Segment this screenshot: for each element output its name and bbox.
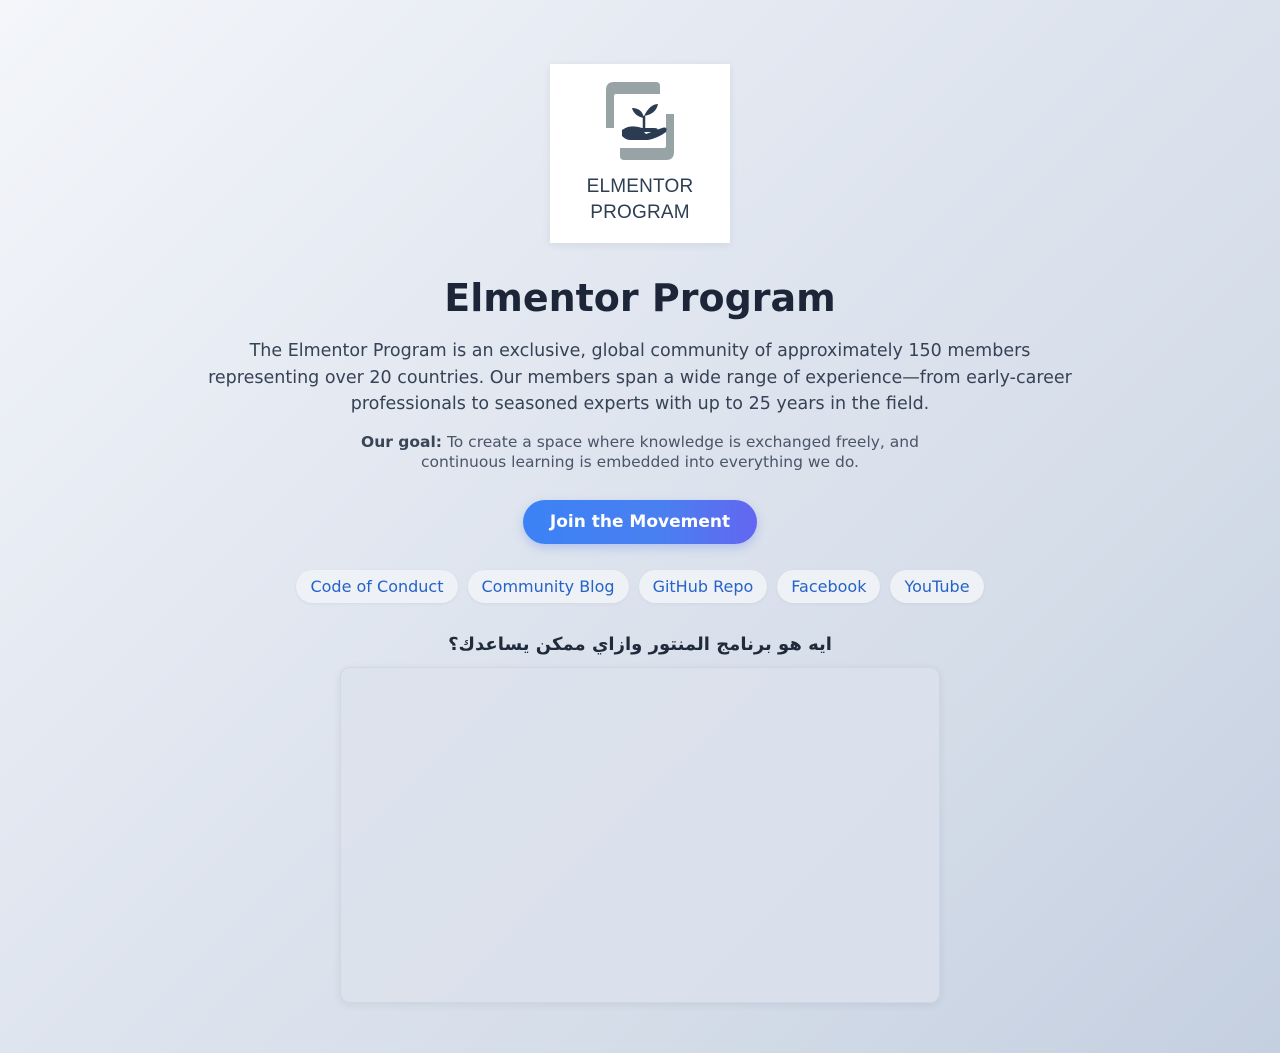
join-movement-button[interactable]: Join the Movement [523, 500, 757, 544]
video-embed[interactable] [340, 667, 940, 1003]
goal-label: Our goal: [361, 433, 442, 451]
link-code-of-conduct[interactable]: Code of Conduct [296, 570, 458, 603]
intro-paragraph: The Elmentor Program is an exclusive, gl… [208, 341, 1072, 414]
link-github-repo[interactable]: GitHub Repo [638, 570, 768, 603]
link-community-blog[interactable]: Community Blog [467, 570, 629, 603]
logo: ELMENTOR PROGRAM [550, 64, 730, 243]
page: ELMENTOR PROGRAM Elmentor Program The El… [0, 0, 1280, 1053]
goal-text: To create a space where knowledge is exc… [421, 433, 919, 471]
link-facebook[interactable]: Facebook [777, 570, 881, 603]
page-title: Elmentor Program [444, 276, 836, 320]
hand-with-sprout-icon [606, 82, 674, 160]
link-youtube[interactable]: YouTube [890, 570, 984, 603]
video-section-heading: ايه هو برنامج المنتور وازاي ممكن يساعدك؟ [448, 634, 832, 655]
logo-text-line2: PROGRAM [590, 202, 690, 223]
resource-links: Code of Conduct Community Blog GitHub Re… [0, 570, 1280, 603]
goal-paragraph: Our goal: To create a space where knowle… [330, 433, 950, 472]
logo-text-line1: ELMENTOR [586, 176, 694, 197]
